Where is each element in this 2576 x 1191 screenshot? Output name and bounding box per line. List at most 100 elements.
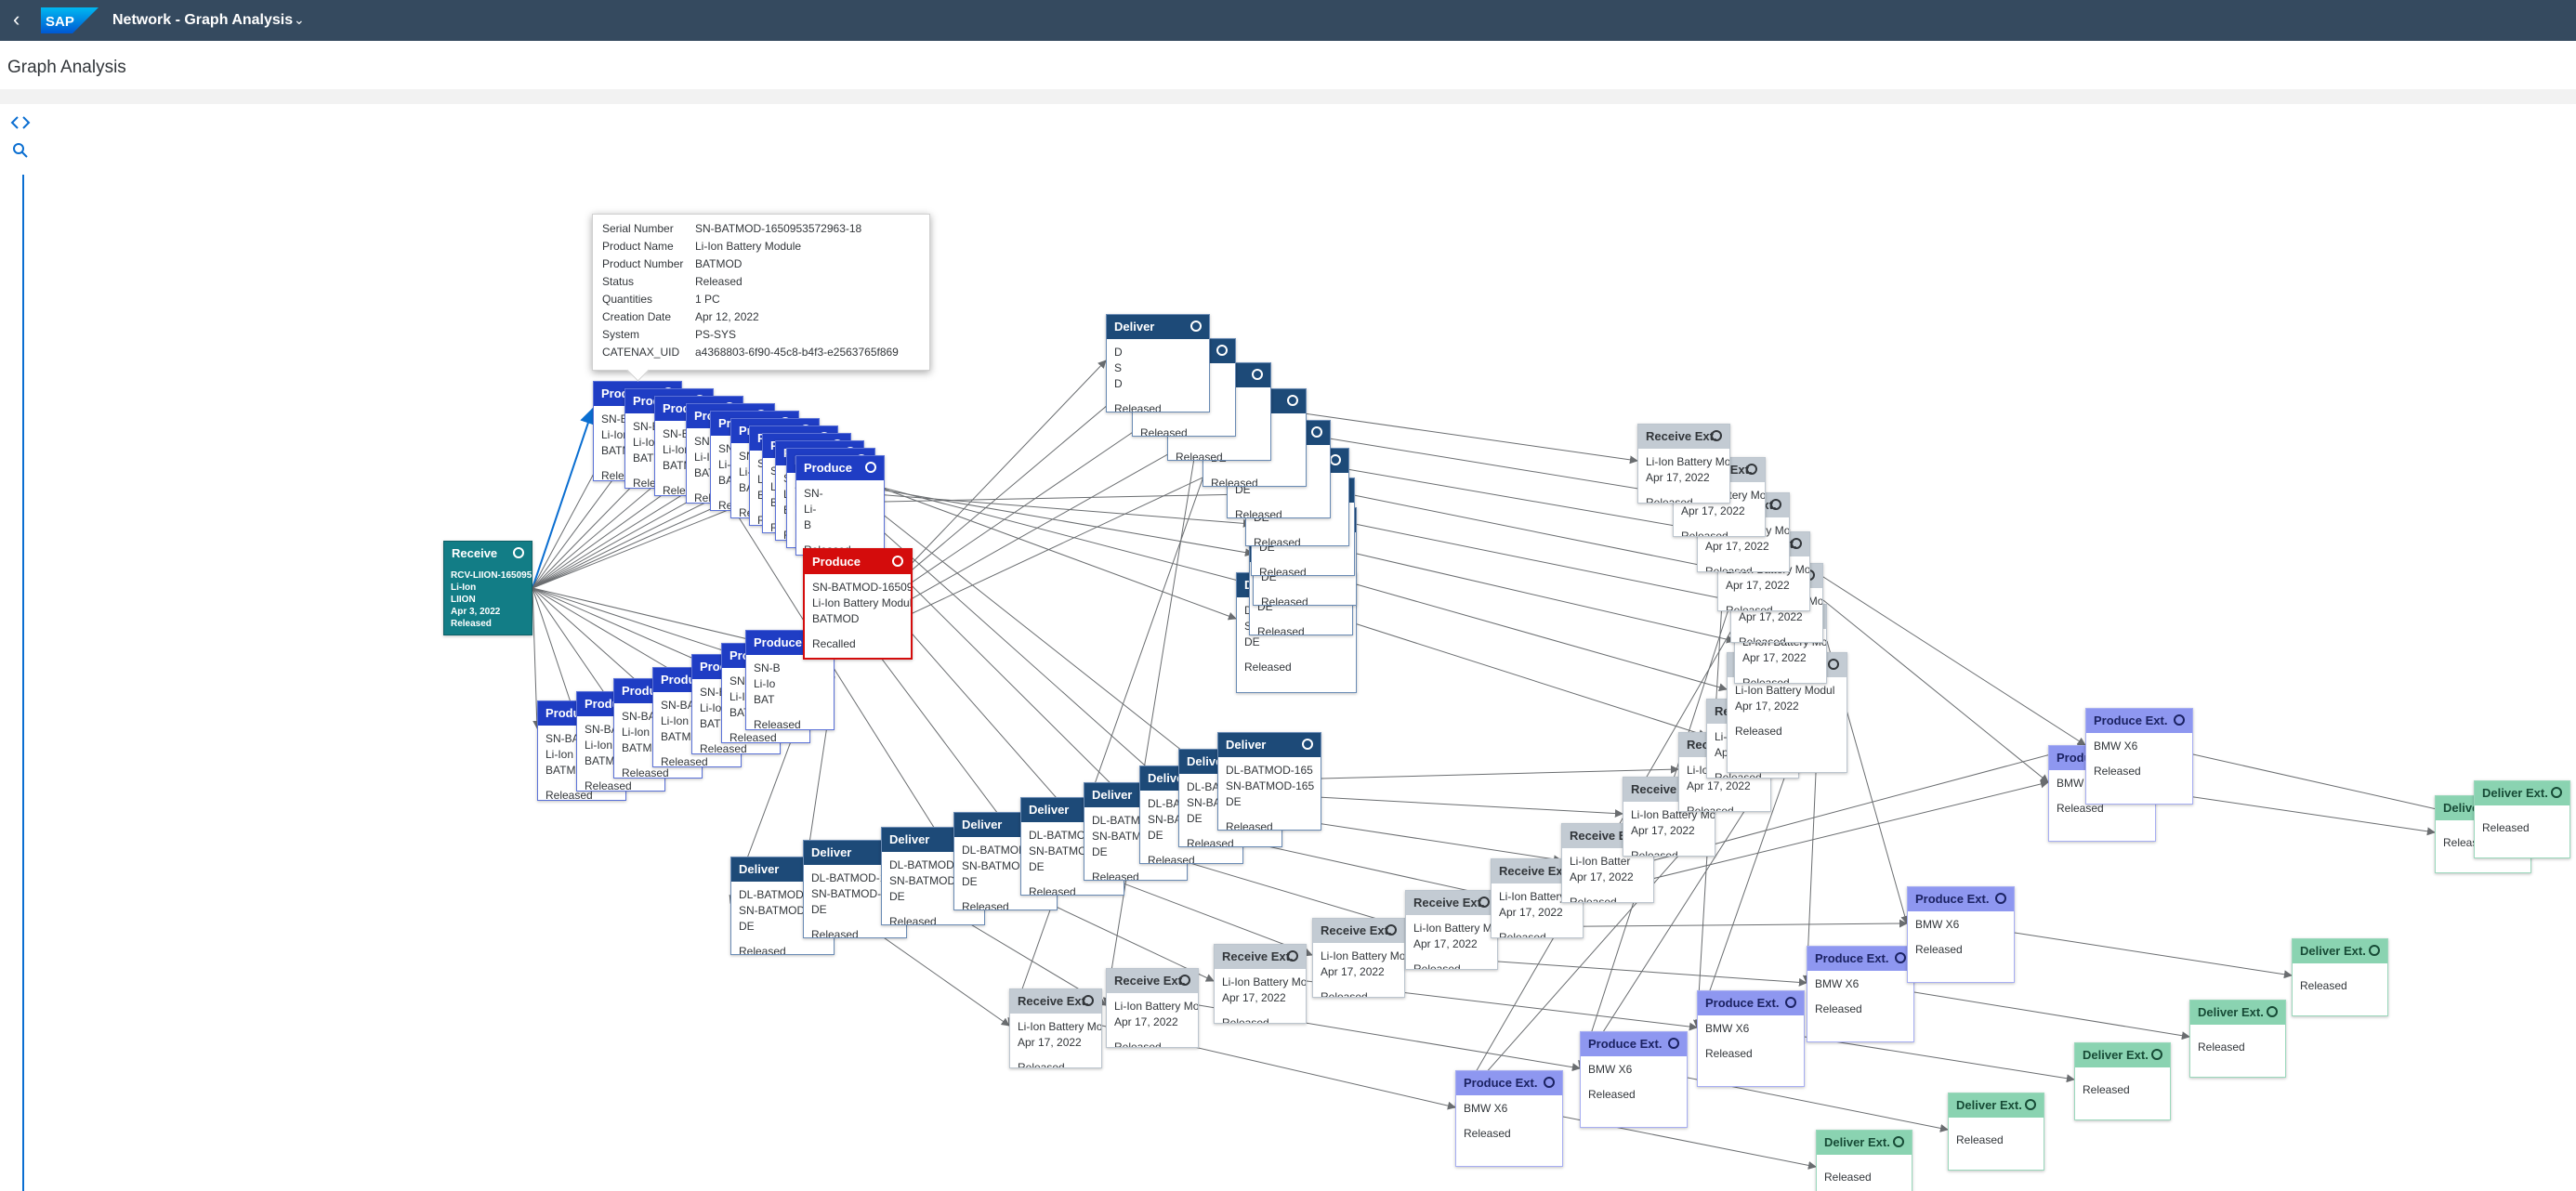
deliver-ext-node[interactable]: Deliver Ext. Released	[2074, 1042, 2171, 1120]
receive-ext-node[interactable]: Receive Ext. Li-Ion Battery Module Apr 17,…	[1405, 890, 1498, 970]
receive-ext-node[interactable]: Receive Ext. Li-Ion Battery Module Apr 17,…	[1312, 918, 1405, 998]
app-title[interactable]: Network - Graph Analysis	[112, 12, 293, 29]
deliver-node[interactable]: Deliver D S D Released	[1106, 314, 1210, 412]
node-line: SN-BATMOD-165095	[812, 581, 911, 594]
node-status: Released	[1092, 870, 1139, 881]
node-header: Receive Ext.	[1313, 919, 1404, 943]
node-status: Released	[1739, 635, 1786, 643]
deliver-ext-node[interactable]: Deliver Ext. Released	[2292, 938, 2388, 1016]
graph-edge	[1281, 794, 1623, 818]
node-expand-icon[interactable]	[1190, 321, 1202, 332]
node-line: SN-	[804, 487, 823, 500]
node-expand-icon[interactable]	[1746, 464, 1757, 475]
node-expand-icon[interactable]	[1785, 997, 1796, 1008]
node-expand-icon[interactable]	[1791, 538, 1802, 549]
node-expand-icon[interactable]	[1668, 1038, 1679, 1049]
graph-canvas[interactable]: Receive RCV-LIION-1650953! Li-Ion LIION Apr …	[0, 104, 2576, 1191]
node-line: D	[1114, 346, 1123, 359]
tooltip-key: Serial Number	[602, 222, 674, 235]
node-expand-icon[interactable]	[1386, 924, 1397, 936]
code-toggle-icon[interactable]	[9, 111, 32, 134]
deliver-node[interactable]: Deliver DL-BATMOD-165 SN-BATMOD-165 DE Relea…	[1217, 732, 1321, 831]
node-expand-icon[interactable]	[1252, 369, 1263, 380]
deliver-ext-node[interactable]: Deliver Ext. Released	[1816, 1130, 1912, 1191]
node-expand-icon[interactable]	[1287, 395, 1298, 406]
produce-ext-node[interactable]: Produce Ext. BMW X6 Released	[1580, 1031, 1688, 1128]
header-divider	[0, 89, 2576, 104]
node-line: Apr 17, 2022	[1018, 1036, 1082, 1049]
recalled-produce-node[interactable]: Produce SN-BATMOD-165095 Li-Ion Battery Mo…	[803, 548, 913, 660]
graph-edge	[863, 486, 1254, 557]
node-expand-icon[interactable]	[1893, 1136, 1904, 1147]
node-body: D S D Released	[1107, 339, 1209, 412]
node-line: Li-	[804, 503, 817, 516]
node-line: Apr 17, 2022	[1705, 540, 1769, 553]
node-title: Deliver	[1092, 788, 1133, 802]
receive-ext-node[interactable]: Receive Ext. Li-Ion Battery Module Apr 17,…	[1637, 424, 1730, 504]
node-expand-icon[interactable]	[2025, 1099, 2036, 1110]
node-line: Li-Ion Battery Module	[812, 596, 911, 609]
back-icon[interactable]: ‹	[13, 9, 35, 32]
node-expand-icon[interactable]	[1479, 897, 1490, 908]
produce-ext-node[interactable]: Produce Ext. BMW X6 Released	[1907, 886, 2015, 983]
deliver-ext-node[interactable]: Deliver Ext. Released	[2189, 1000, 2286, 1078]
produce-ext-node[interactable]: Produce Ext. BMW X6 Released	[1697, 990, 1805, 1087]
node-expand-icon[interactable]	[1083, 995, 1094, 1006]
node-expand-icon[interactable]	[1711, 430, 1722, 441]
node-title: Produce Ext.	[1464, 1076, 1538, 1090]
node-expand-icon[interactable]	[1995, 893, 2006, 904]
node-expand-icon[interactable]	[1302, 739, 1313, 750]
node-expand-icon[interactable]	[1179, 975, 1190, 986]
graph-edge	[1913, 991, 2190, 1040]
node-status: Released	[1726, 604, 1773, 611]
chevron-down-icon[interactable]: ⌄	[294, 12, 305, 28]
graph-edge	[1356, 553, 1735, 644]
node-title: Produce Ext.	[1705, 996, 1780, 1010]
node-expand-icon[interactable]	[1287, 950, 1298, 962]
node-expand-icon[interactable]	[1330, 454, 1341, 465]
graph-edge	[1804, 1036, 2075, 1083]
node-expand-icon[interactable]	[2369, 945, 2380, 956]
node-line: Apr 17, 2022	[1114, 1015, 1178, 1028]
node-expand-icon[interactable]	[2267, 1006, 2278, 1017]
produce-node[interactable]: ProduceSN-Li-BReleased	[795, 455, 885, 556]
search-icon[interactable]	[9, 139, 32, 162]
node-expand-icon[interactable]	[1895, 952, 1906, 963]
node-body: Released	[2293, 963, 2387, 1000]
produce-ext-node[interactable]: Produce Ext. BMW X6 Released	[1455, 1070, 1563, 1167]
node-status: Released	[962, 900, 1009, 910]
node-line: SN-BATMOD-165	[1226, 779, 1315, 792]
receive-ext-node[interactable]: Receive Ext. Li-Ion Battery Module Apr 17,…	[1009, 988, 1102, 1068]
node-expand-icon[interactable]	[1216, 345, 1228, 356]
node-header: Deliver	[1107, 315, 1209, 339]
node-expand-icon[interactable]	[2151, 1049, 2162, 1060]
node-expand-icon[interactable]	[1770, 499, 1781, 510]
node-expand-icon[interactable]	[2174, 714, 2185, 726]
receive-ext-node[interactable]: Receive Ext. Li-Ion Battery Module Apr 17,…	[1214, 944, 1307, 1024]
produce-ext-node[interactable]: Produce Ext. BMW X6 Released	[2085, 708, 2193, 805]
node-expand-icon[interactable]	[2551, 787, 2562, 798]
node-status: Recalled	[812, 637, 856, 650]
node-expand-icon[interactable]	[892, 556, 903, 567]
node-line: Li-Ion Battery Modul	[1735, 684, 1835, 697]
deliver-ext-node[interactable]: Deliver Ext. Released	[1948, 1093, 2044, 1171]
produce-ext-node[interactable]: Produce Ext. BMW X6 Released	[1807, 946, 1914, 1042]
graph-scroll-track[interactable]	[22, 175, 24, 1191]
node-expand-icon[interactable]	[1311, 426, 1322, 438]
node-expand-icon[interactable]	[865, 462, 876, 473]
node-expand-icon[interactable]	[1828, 659, 1839, 670]
tooltip-key: System	[602, 328, 640, 341]
sap-logo[interactable]: SAP	[41, 7, 99, 33]
receive-node[interactable]: Receive RCV-LIION-1650953! Li-Ion LIION Apr …	[443, 541, 532, 635]
node-line: Li-Ion Battery Module	[1413, 922, 1497, 935]
node-title: Receive Ext.	[1114, 974, 1186, 988]
node-expand-icon[interactable]	[513, 547, 524, 558]
node-expand-icon[interactable]	[1544, 1077, 1555, 1088]
deliver-ext-node[interactable]: Deliver Ext. Released	[2474, 780, 2570, 858]
node-status: Released	[1499, 931, 1546, 938]
node-status: Released	[811, 928, 859, 938]
node-header: Deliver Ext.	[1949, 1093, 2044, 1118]
tooltip-row: Serial Number SN-BATMOD-1650953572963-18	[602, 220, 920, 238]
graph-edge	[532, 407, 597, 589]
receive-ext-node[interactable]: Receive Ext. Li-Ion Battery Module Apr 17,…	[1106, 968, 1199, 1048]
